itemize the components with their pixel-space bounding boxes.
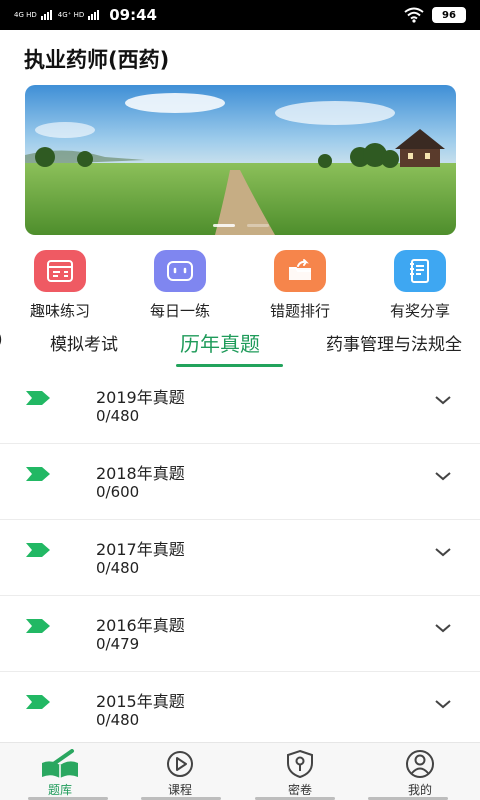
wrong-ranking-icon [274,250,326,292]
quick-menu-label: 有奖分享 [389,302,450,320]
quick-menu-wrong-ranking[interactable]: 错题排行 [250,250,350,321]
quick-menu-quiz[interactable]: 趣味练习 [10,250,110,321]
daily-practice-icon [154,250,206,292]
list-item[interactable]: 2018年真题 0/600 [0,444,480,520]
paper-progress: 0/480 [96,407,140,425]
carousel-dot[interactable] [212,224,235,227]
chevron-down-icon[interactable] [434,546,452,558]
nav-question-bank[interactable]: 题库 [20,749,100,798]
page-title: 执业药师(西药) [24,48,170,72]
user-circle-icon [406,750,434,778]
network-indicator: 4G HD [14,11,37,19]
quick-menu-label: 趣味练习 [29,302,90,320]
signal-icon [40,10,52,20]
book-pen-icon [42,749,78,778]
nav-profile[interactable]: 我的 [380,749,460,798]
chevron-down-icon[interactable] [434,394,452,406]
paper-title: 2019年真题 [96,388,185,407]
flag-icon [26,391,50,405]
carousel-indicator [25,224,456,227]
nav-courses[interactable]: 课程 [140,749,220,798]
paper-title: 2015年真题 [96,692,185,711]
quick-menu-label: 每日一练 [149,302,210,320]
quick-menu-daily[interactable]: 每日一练 [130,250,230,321]
network-indicator-2: 4G⁺ HD [58,11,84,19]
status-bar: 4G HD 4G⁺ HD 09:44 96 [0,0,480,30]
shield-key-icon [287,749,313,779]
flag-icon [26,467,50,481]
play-circle-icon [167,751,193,777]
list-item[interactable]: 2015年真题 0/480 [0,672,480,748]
quick-menu: 趣味练习 每日一练 错题排行 有奖分享 [0,250,480,320]
paper-title: 2018年真题 [96,464,185,483]
battery-level: 96 [442,9,456,21]
tab-past-papers[interactable]: 历年真题 [180,328,260,357]
battery-icon: 96 [432,7,466,23]
tab-pharmacy-law[interactable]: 药事管理与法规全 [326,330,462,355]
paper-title: 2016年真题 [96,616,185,635]
tab-mock-exam[interactable]: 模拟考试 [50,330,118,355]
nav-label: 课程 [167,783,192,797]
nav-label: 我的 [407,783,432,797]
list-item[interactable]: 2017年真题 0/480 [0,520,480,596]
carousel-dot[interactable] [246,224,269,227]
paper-progress: 0/480 [96,559,140,577]
paper-progress: 0/479 [96,635,140,653]
quick-menu-label: 错题排行 [269,302,330,320]
flag-icon [26,695,50,709]
chevron-down-icon[interactable] [434,622,452,634]
flag-icon [26,543,50,557]
banner-image [25,85,456,235]
paper-progress: 0/480 [96,711,140,729]
network-label-top: 4G HD [14,11,37,19]
flag-icon [26,619,50,633]
share-reward-icon [394,250,446,292]
signal-icon-2 [88,10,100,20]
chevron-down-icon[interactable] [434,698,452,710]
network-label-bottom: 4G⁺ HD [57,11,85,19]
list-item[interactable]: 2019年真题 0/480 [0,368,480,444]
past-papers-list: 2019年真题 0/480 2018年真题 0/600 2017年真题 0/48… [0,368,480,748]
bottom-navigation: 题库 课程 密卷 我的 [0,742,480,800]
paper-title: 2017年真题 [96,540,185,559]
paper-progress: 0/600 [96,483,140,501]
tab-partial-previous[interactable]: ) [0,330,3,350]
nav-label: 密卷 [287,783,312,797]
banner-carousel[interactable] [25,85,456,235]
nav-label: 题库 [47,783,72,797]
quick-menu-share[interactable]: 有奖分享 [370,250,470,321]
quiz-icon [34,250,86,292]
exam-type-tabs: ) 模拟考试 历年真题 药事管理与法规全 [0,324,480,368]
nav-secret-papers[interactable]: 密卷 [260,749,340,798]
tab-active-indicator [176,364,283,367]
chevron-down-icon[interactable] [434,470,452,482]
wifi-icon [404,7,424,23]
list-item[interactable]: 2016年真题 0/479 [0,596,480,672]
clock: 09:44 [109,6,157,24]
